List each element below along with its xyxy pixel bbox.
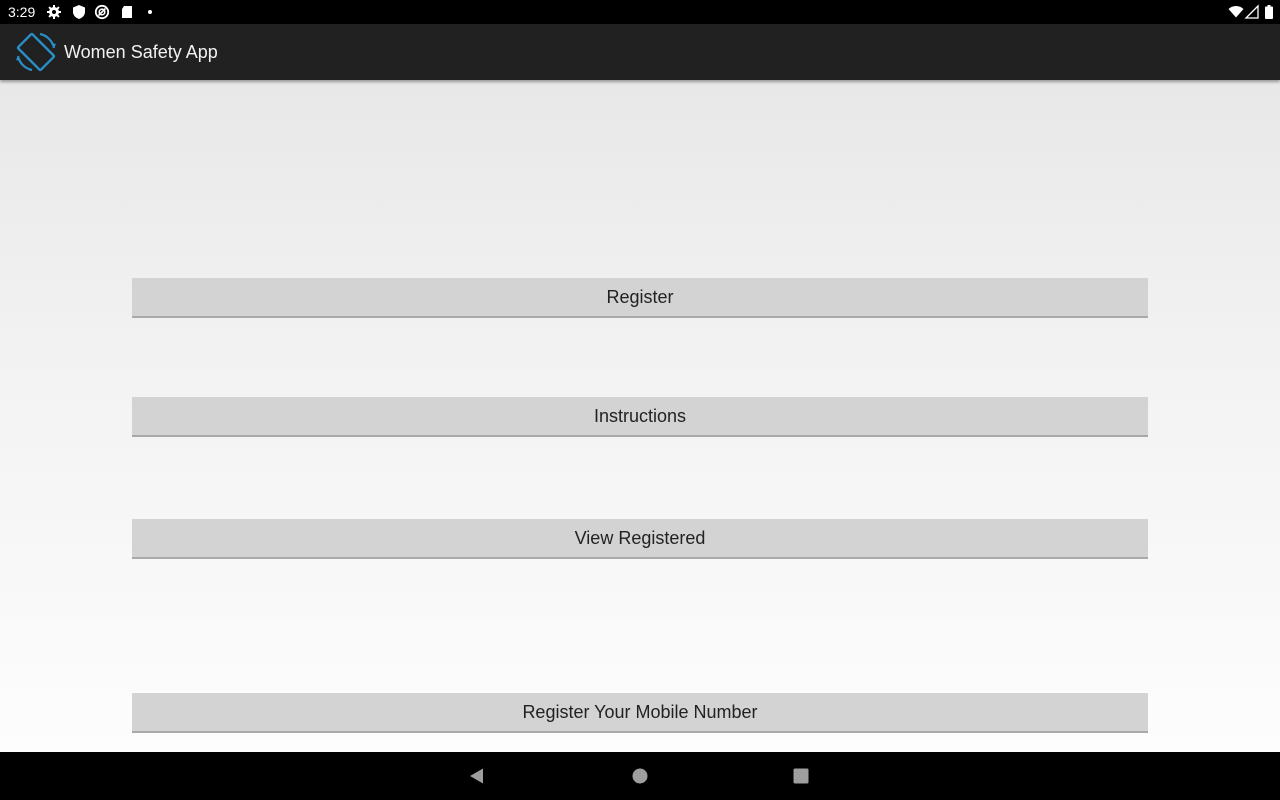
sd-card-icon [122, 6, 132, 18]
app-bar: Women Safety App [0, 24, 1280, 80]
register-button[interactable]: Register [132, 278, 1148, 318]
view-registered-button[interactable]: View Registered [132, 519, 1148, 559]
app-title: Women Safety App [64, 42, 218, 62]
notification-dot-icon [148, 10, 152, 14]
instructions-button[interactable]: Instructions [132, 397, 1148, 437]
main-content: Register Instructions View Registered Re… [0, 80, 1280, 752]
back-icon[interactable] [467, 766, 487, 786]
wifi-icon [1228, 6, 1244, 18]
navigation-bar [0, 752, 1280, 800]
at-sign-icon [94, 4, 110, 20]
gear-icon [47, 5, 61, 19]
shield-icon [73, 5, 85, 19]
recents-icon[interactable] [791, 766, 811, 786]
cell-signal-icon [1244, 4, 1259, 19]
register-mobile-number-button[interactable]: Register Your Mobile Number [132, 693, 1148, 733]
home-icon[interactable] [630, 766, 650, 786]
battery-icon [1265, 5, 1273, 19]
status-bar: 3:29 [0, 0, 1280, 24]
status-time: 3:29 [8, 4, 36, 20]
screen-rotate-icon [16, 32, 56, 72]
